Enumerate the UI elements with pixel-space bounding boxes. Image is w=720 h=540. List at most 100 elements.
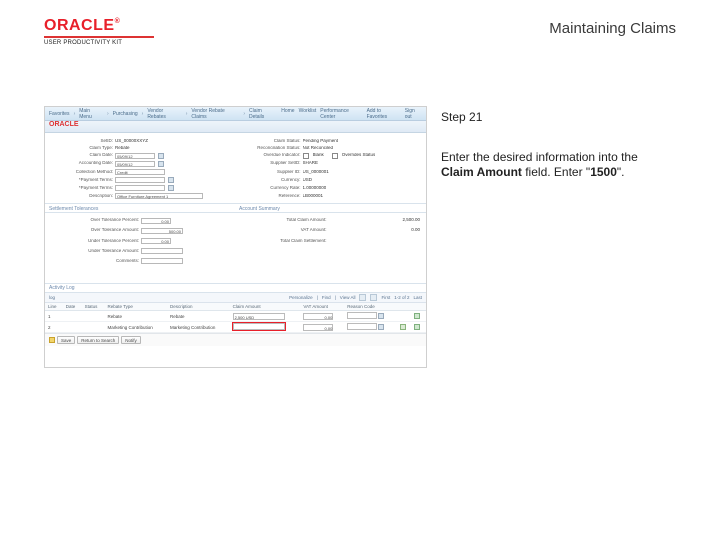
checkbox[interactable]	[332, 153, 338, 159]
find-link[interactable]: Find	[322, 295, 331, 300]
notify-button[interactable]: Notify	[121, 336, 141, 344]
reason-cell	[344, 311, 396, 322]
vat-input[interactable]: 0.00	[303, 324, 333, 331]
lookup-icon[interactable]	[378, 313, 384, 319]
row-action-cell	[397, 311, 412, 322]
lookup-icon[interactable]	[158, 153, 164, 159]
text-input[interactable]: 05/09/12	[115, 161, 155, 167]
text-input[interactable]: Credit	[115, 169, 165, 175]
form-row: Overdue Indicator:BlankOverrides Status	[239, 152, 421, 159]
text-input[interactable]: 05/09/12	[115, 153, 155, 159]
vat-input[interactable]: 0.00	[303, 313, 333, 320]
brand-block: ORACLE® USER PRODUCTIVITY KIT	[44, 18, 154, 46]
form-row: Claim Type:Rebate	[51, 145, 233, 151]
column-header: Reason Code	[344, 303, 396, 311]
crumb[interactable]: Vendor Rebates	[147, 108, 181, 120]
grid-toolbar: log Personalize| Find| View All First 1-…	[45, 293, 426, 303]
checkbox[interactable]	[303, 153, 309, 159]
top-link[interactable]: Worklist	[299, 108, 317, 120]
field-label: Under Tolerance Amount:	[51, 249, 139, 254]
instruction-panel: Step 21 Enter the desired information in…	[437, 106, 676, 510]
lookup-icon[interactable]	[168, 185, 174, 191]
column-header	[397, 303, 412, 311]
activity-log: Activity Log log Personalize| Find| View…	[45, 283, 426, 367]
field-label: Under Tolerance Percent:	[51, 239, 139, 244]
form-row: Total Claim Amount:2,500.00	[239, 216, 421, 225]
crumb[interactable]: Main Menu	[79, 108, 103, 120]
form-row: Under Tolerance Amount:	[51, 247, 233, 256]
form-row: Claim Date:05/09/12	[51, 152, 233, 159]
grid-icon[interactable]	[359, 294, 366, 301]
top-link[interactable]: Home	[281, 108, 294, 120]
crumb[interactable]: Claim Details	[249, 108, 277, 120]
field-value: 2,500.00	[402, 218, 420, 223]
breadcrumb-bar: Favorites› Main Menu› Purchasing› Vendor…	[45, 107, 426, 121]
cell: Marketing Contribution	[105, 322, 168, 333]
reason-input[interactable]	[347, 323, 377, 330]
column-header: Status	[82, 303, 105, 311]
field-label: Total Claim Settlement:	[239, 239, 327, 244]
form-row: VAT Amount:0.00	[239, 226, 421, 235]
column-header	[411, 303, 426, 311]
cell: 2	[45, 322, 63, 333]
text-input[interactable]	[141, 248, 183, 254]
vat-cell: 0.00	[300, 322, 344, 333]
crumb[interactable]: Vendor Rebate Claims	[191, 108, 239, 120]
field-label: Accounting Date:	[51, 161, 113, 166]
field-value: LB000001	[303, 194, 324, 199]
form-row: Claim Status:Pending Payment	[239, 138, 421, 144]
viewall-link[interactable]: View All	[340, 295, 356, 300]
download-icon[interactable]	[370, 294, 377, 301]
section-settlement-tolerances: Settlement Tolerances	[45, 203, 235, 213]
claim-amount-input[interactable]	[233, 323, 285, 330]
text-input[interactable]: 500.00	[141, 228, 183, 234]
reason-input[interactable]	[347, 312, 377, 319]
form-row: SetID:US_00000XXYZ	[51, 138, 233, 144]
text-input[interactable]: 0.00	[141, 218, 171, 224]
form-row: Supplier ID:US_0000001	[239, 168, 421, 175]
field-value: Rebate	[115, 146, 130, 151]
save-button[interactable]: Save	[57, 336, 75, 344]
lookup-icon[interactable]	[158, 161, 164, 167]
form-row: Currency Rate:1.00000000	[239, 185, 421, 192]
text-input[interactable]	[115, 177, 165, 183]
form-row: *Payment Terms:	[51, 185, 233, 192]
vat-cell: 0.00	[300, 311, 344, 322]
lookup-icon[interactable]	[168, 177, 174, 183]
form-row	[239, 247, 421, 256]
field-label: Over Tolerance Percent:	[51, 218, 139, 223]
text-input[interactable]: Office Furniture Agreement 1	[115, 193, 203, 199]
crumb[interactable]: Favorites	[49, 111, 70, 117]
go-icon[interactable]	[400, 324, 406, 330]
last-link[interactable]: Last	[413, 295, 422, 300]
column-header: Line	[45, 303, 63, 311]
form-row: Comments:	[51, 257, 233, 266]
cell: Rebate	[105, 311, 168, 322]
top-link[interactable]: Add to Favorites	[367, 108, 401, 120]
claim-amount-input[interactable]: 2,500 USD	[233, 313, 285, 320]
field-label: SetID:	[51, 139, 113, 144]
text-input[interactable]	[141, 258, 183, 264]
range-text: 1-2 of 2	[394, 295, 409, 300]
activity-title: Activity Log	[45, 283, 426, 293]
text-input[interactable]: 0.00	[141, 238, 171, 244]
field-label: VAT Amount:	[239, 228, 327, 233]
top-link[interactable]: Performance Center	[320, 108, 362, 120]
column-header: Claim Amount	[230, 303, 301, 311]
crumb[interactable]: Purchasing	[113, 111, 138, 117]
tolerance-summary-form: Over Tolerance Percent:0.00Total Claim A…	[45, 213, 426, 269]
first-link[interactable]: First	[381, 295, 390, 300]
column-header: Description	[167, 303, 230, 311]
personalize-link[interactable]: Personalize	[289, 295, 313, 300]
lookup-icon[interactable]	[378, 324, 384, 330]
top-link[interactable]: Sign out	[405, 108, 422, 120]
return-button[interactable]: Return to Search	[77, 336, 119, 344]
form-row	[239, 257, 421, 266]
claim-header-form: SetID:US_00000XXYZ Claim Status:Pending P…	[45, 135, 426, 203]
activity-table: LineDateStatusRebate TypeDescriptionClai…	[45, 303, 426, 333]
oracle-logo: ORACLE®	[44, 18, 154, 34]
text-input[interactable]	[115, 185, 165, 191]
add-row-icon[interactable]	[414, 324, 420, 330]
add-row-icon[interactable]	[414, 313, 420, 319]
form-row: Under Tolerance Percent:0.00	[51, 236, 233, 245]
